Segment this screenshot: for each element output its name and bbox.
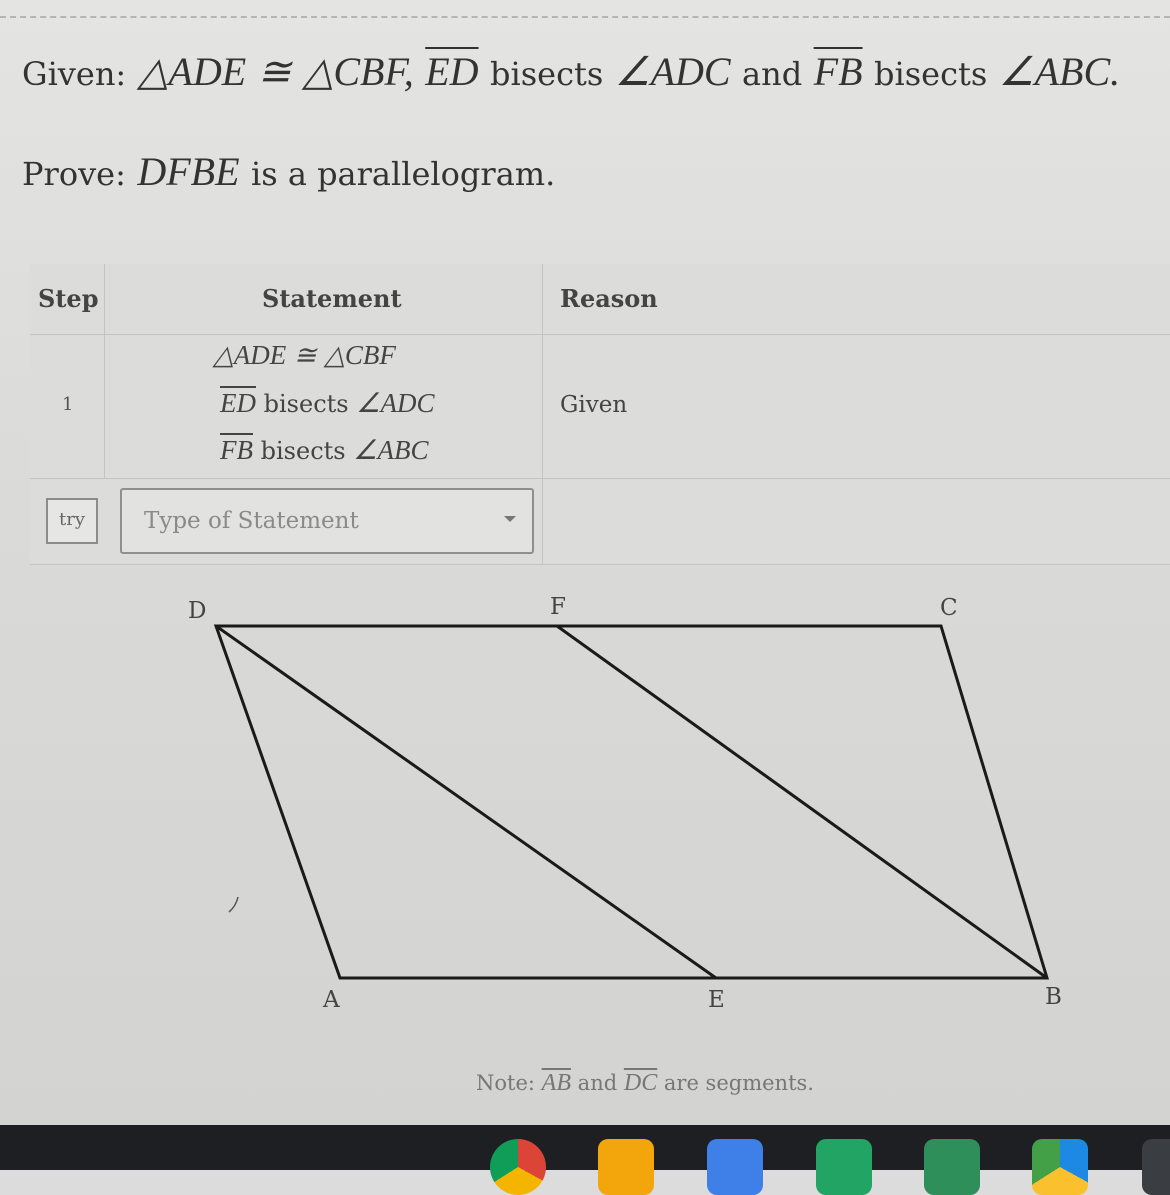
vertex-label-c: C	[940, 595, 958, 621]
sheets-icon[interactable]	[816, 1139, 872, 1195]
stray-pen-mark	[228, 896, 239, 913]
overflow-app-icon[interactable]	[1142, 1139, 1170, 1195]
segment-fb	[556, 624, 1048, 980]
slides-icon[interactable]	[598, 1139, 654, 1195]
vertex-label-b: B	[1045, 984, 1062, 1010]
classroom-icon[interactable]	[924, 1139, 980, 1195]
chrome-icon[interactable]	[490, 1139, 546, 1195]
vertex-label-a: A	[322, 987, 340, 1013]
worksheet-page: Given: △ADE ≅ △CBF, ED bisects ∠ADC and …	[0, 0, 1170, 1125]
parallelogram-diagram: D F C A E B	[188, 594, 1062, 1013]
segment-de	[215, 624, 717, 980]
os-taskbar	[0, 1125, 1170, 1195]
segments-note: Note: AB and DC are segments.	[476, 1070, 814, 1096]
vertex-label-e: E	[708, 987, 725, 1013]
drive-icon[interactable]	[1032, 1139, 1088, 1195]
vertex-label-d: D	[188, 598, 206, 624]
vertex-label-f: F	[550, 594, 566, 620]
docs-icon[interactable]	[707, 1139, 763, 1195]
